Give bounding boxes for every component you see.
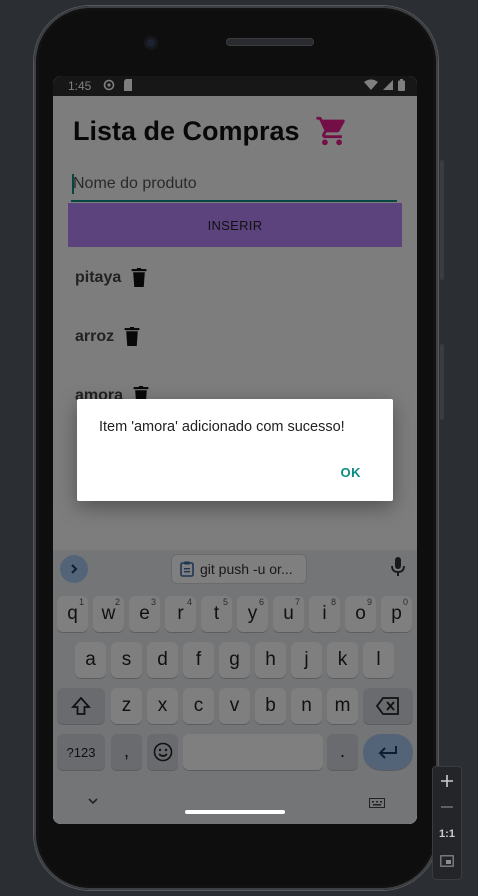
front-camera [144, 36, 158, 50]
earpiece-speaker [226, 38, 314, 46]
ok-button[interactable]: OK [341, 465, 362, 480]
plus-icon [441, 775, 453, 787]
zoom-in-button[interactable] [433, 769, 461, 793]
fit-screen-button[interactable] [433, 849, 461, 873]
dialog-message: Item 'amora' adicionado com sucesso! [99, 419, 345, 435]
minus-icon [441, 806, 453, 808]
zoom-reset-button[interactable]: 1:1 [433, 822, 461, 846]
emulator-toolbar: 1:1 [432, 766, 462, 880]
success-dialog: Item 'amora' adicionado com sucesso! OK [77, 399, 393, 501]
gesture-home-bar[interactable] [185, 810, 285, 814]
zoom-out-button[interactable] [433, 795, 461, 819]
fit-screen-icon [440, 855, 454, 867]
volume-button [440, 344, 444, 420]
side-button [440, 160, 444, 280]
device-screen: 1:45 Lista de Compras [53, 76, 417, 824]
